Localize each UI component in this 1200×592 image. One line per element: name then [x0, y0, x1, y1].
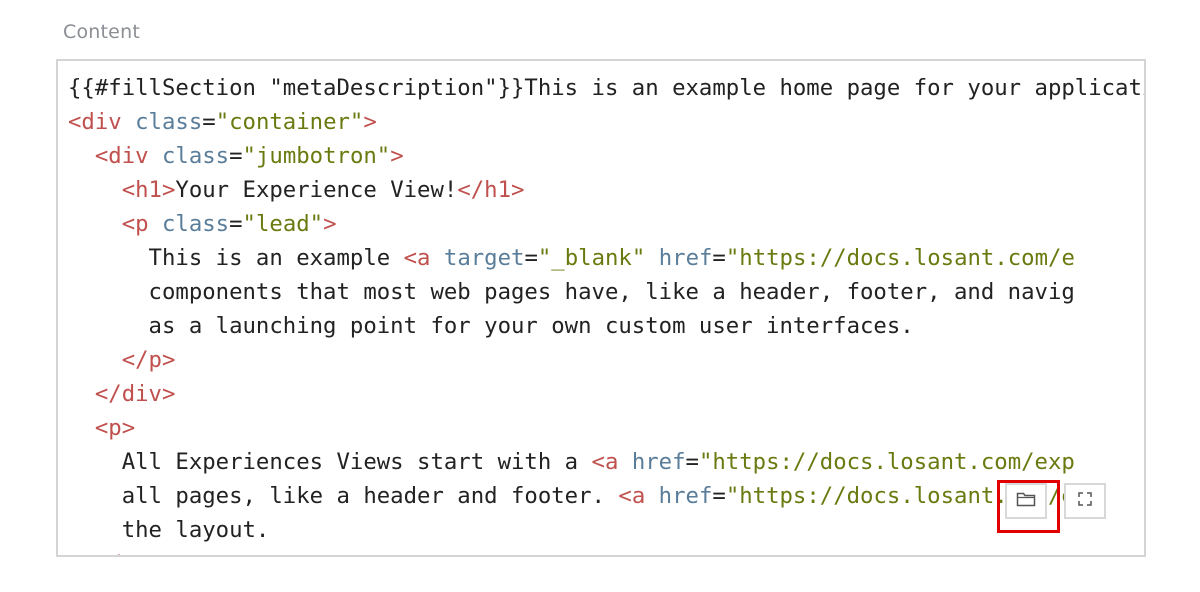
code-line[interactable]: as a launching point for your own custom… — [68, 309, 1144, 343]
code-editor[interactable]: {{#fillSection "metaDescription"}}This i… — [56, 59, 1146, 557]
browse-files-button[interactable] — [1005, 483, 1047, 519]
code-token: {{#fillSection "metaDescription"}}This i… — [68, 75, 1144, 101]
code-content[interactable]: {{#fillSection "metaDescription"}}This i… — [68, 71, 1144, 555]
code-token: all pages, like a header and footer. — [68, 483, 619, 509]
code-token: class — [161, 143, 230, 169]
code-token: Your Experience View! — [175, 177, 458, 203]
code-token: "container" — [215, 109, 364, 135]
code-token: class — [161, 211, 230, 237]
code-token: <a — [591, 449, 632, 475]
code-line[interactable]: <div class="jumbotron"> — [68, 139, 1144, 173]
code-line[interactable]: All Experiences Views start with a <a hr… — [68, 445, 1144, 479]
code-line[interactable]: </p> — [68, 547, 1144, 555]
code-line[interactable]: This is an example <a target="_blank" hr… — [68, 241, 1144, 275]
code-token: <a — [618, 483, 659, 509]
code-token: components that most web pages have, lik… — [68, 279, 1075, 305]
folder-icon — [1016, 491, 1036, 512]
code-token: = — [712, 245, 726, 271]
code-token: <a — [403, 245, 444, 271]
code-token: href — [658, 245, 713, 271]
code-token: = — [712, 483, 726, 509]
code-line[interactable]: <div class="container"> — [68, 105, 1144, 139]
code-token: = — [524, 245, 538, 271]
code-token: = — [229, 211, 243, 237]
fullscreen-button[interactable] — [1064, 483, 1106, 519]
code-token: class — [135, 109, 203, 135]
code-token: "jumbotron" — [242, 143, 391, 169]
expand-icon — [1077, 491, 1093, 512]
code-line[interactable]: <p> — [68, 411, 1144, 445]
content-field-label: Content — [63, 21, 140, 43]
code-token: </p> — [121, 347, 176, 373]
code-token: href — [631, 449, 686, 475]
code-token: "lead" — [242, 211, 324, 237]
code-line[interactable]: {{#fillSection "metaDescription"}}This i… — [68, 71, 1144, 105]
code-line[interactable]: <p class="lead"> — [68, 207, 1144, 241]
code-token: This is an example — [68, 245, 404, 271]
code-token: target — [443, 245, 525, 271]
code-token: <h1> — [121, 177, 176, 203]
code-token: </h1> — [457, 177, 525, 203]
code-token: </div> — [94, 381, 176, 407]
code-token: "_blank" — [537, 245, 646, 271]
code-line[interactable]: components that most web pages have, lik… — [68, 275, 1144, 309]
code-token: All Experiences Views start with a — [68, 449, 592, 475]
code-line[interactable]: </div> — [68, 377, 1144, 411]
code-token: href — [658, 483, 713, 509]
code-line[interactable]: <h1>Your Experience View!</h1> — [68, 173, 1144, 207]
code-token: <p> — [94, 415, 136, 441]
code-token: <div — [68, 109, 136, 135]
code-token: </p> — [95, 551, 149, 555]
code-token: > — [390, 143, 404, 169]
code-line[interactable]: the layout. — [68, 513, 1144, 547]
code-token: "https://docs.losant.com/e — [725, 245, 1075, 271]
code-token: <div — [94, 143, 162, 169]
code-token: the layout. — [68, 517, 270, 543]
code-line[interactable]: </p> — [68, 343, 1144, 377]
code-token: <p — [121, 211, 162, 237]
code-token: = — [202, 109, 216, 135]
code-token: > — [363, 109, 377, 135]
code-token: > — [323, 211, 337, 237]
code-token: "https://docs.losant.com/exp — [698, 449, 1075, 475]
code-token: = — [229, 143, 243, 169]
code-line[interactable]: all pages, like a header and footer. <a … — [68, 479, 1144, 513]
code-token: = — [685, 449, 699, 475]
code-token: as a launching point for your own custom… — [68, 313, 914, 339]
